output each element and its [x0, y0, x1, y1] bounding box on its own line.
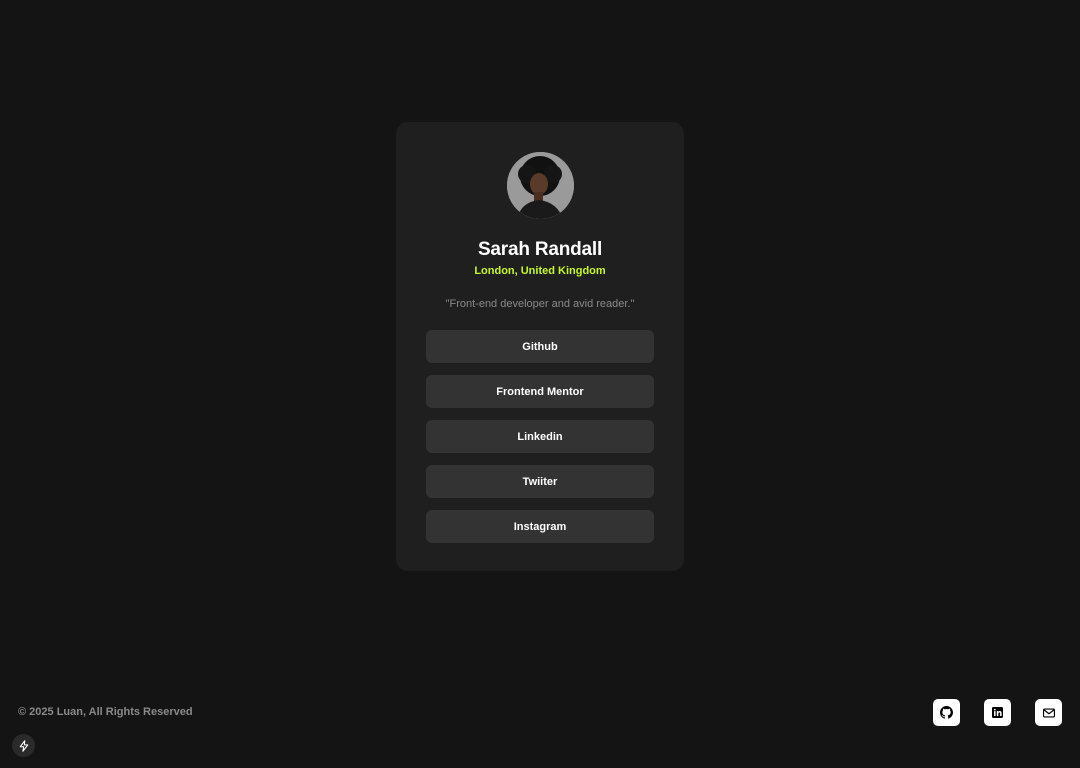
instagram-link-button[interactable]: Instagram: [426, 510, 654, 543]
frontend-mentor-link-button[interactable]: Frontend Mentor: [426, 375, 654, 408]
mail-icon: [1042, 708, 1055, 717]
linkedin-icon: [992, 707, 1003, 718]
footer-social-links: [933, 699, 1062, 726]
bolt-button[interactable]: [12, 734, 35, 757]
link-list: Github Frontend Mentor Linkedin Twiiter …: [426, 330, 654, 543]
github-icon: [940, 706, 953, 719]
linkedin-link-button[interactable]: Linkedin: [426, 420, 654, 453]
linkedin-social-button[interactable]: [984, 699, 1011, 726]
mail-social-button[interactable]: [1035, 699, 1062, 726]
github-link-button[interactable]: Github: [426, 330, 654, 363]
profile-card: Sarah Randall London, United Kingdom "Fr…: [396, 122, 684, 571]
profile-name: Sarah Randall: [477, 239, 603, 260]
profile-location: London, United Kingdom: [474, 265, 606, 277]
twitter-link-button[interactable]: Twiiter: [426, 465, 654, 498]
page: Sarah Randall London, United Kingdom "Fr…: [0, 0, 1080, 768]
footer-copyright: © 2025 Luan, All Rights Reserved: [18, 706, 193, 718]
profile-bio: "Front-end developer and avid reader.": [445, 298, 635, 310]
github-social-button[interactable]: [933, 699, 960, 726]
avatar-image: [506, 152, 574, 219]
lightning-bolt-icon: [19, 739, 28, 752]
avatar: [506, 152, 574, 219]
